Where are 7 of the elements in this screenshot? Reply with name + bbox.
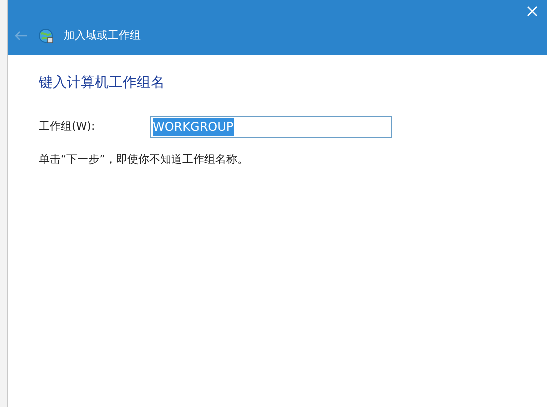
network-globe-icon (38, 28, 54, 44)
page-heading: 键入计算机工作组名 (39, 74, 166, 93)
workgroup-input-field[interactable]: WORKGROUP (150, 116, 392, 138)
window-title: 加入域或工作组 (64, 28, 141, 44)
field-label: 工作组(W): (39, 118, 96, 135)
hint-text: 单击“下一步”，即使你不知道工作组名称。 (39, 152, 250, 168)
close-icon (526, 6, 538, 16)
